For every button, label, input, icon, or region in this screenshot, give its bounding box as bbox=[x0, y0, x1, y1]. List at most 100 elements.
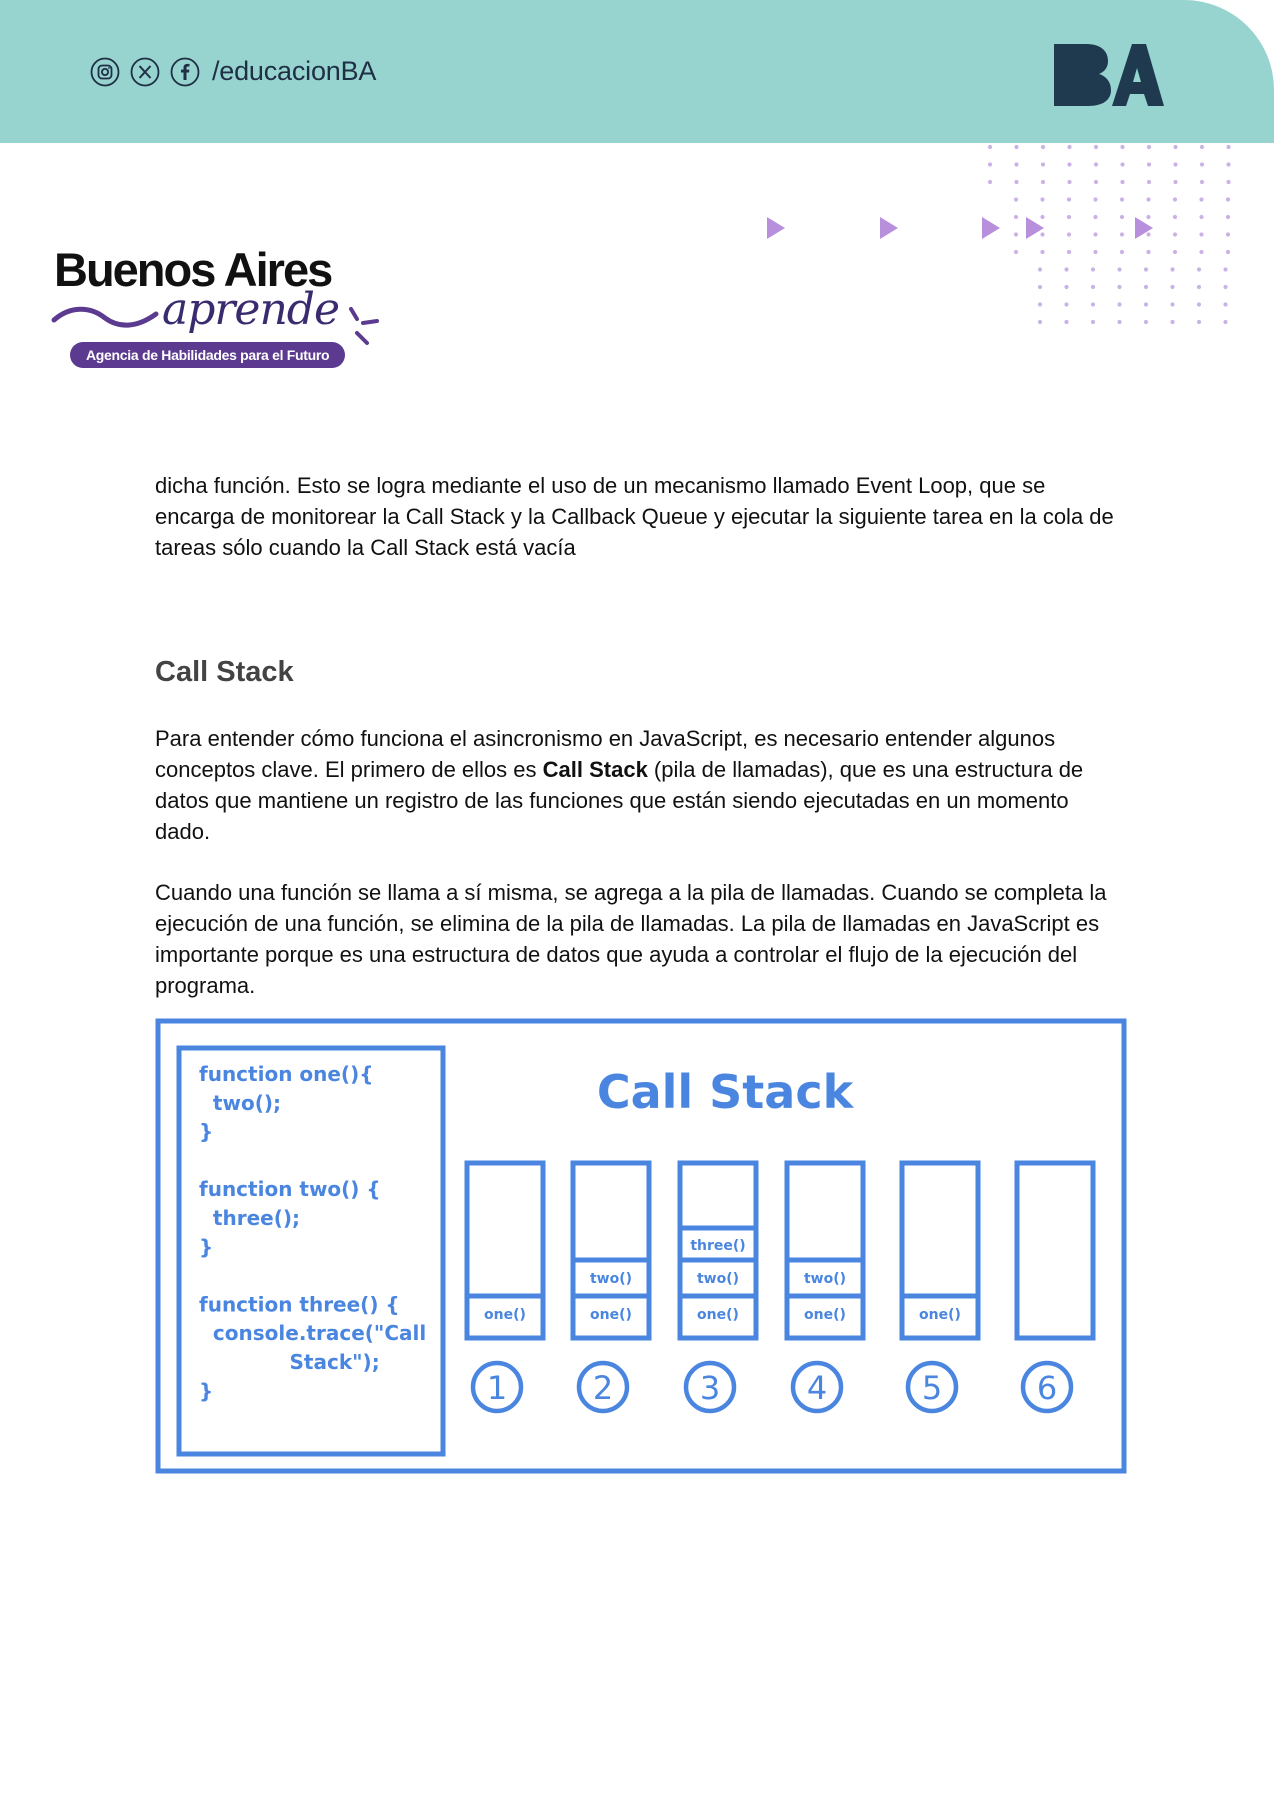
pattern-dot bbox=[1040, 232, 1045, 237]
pattern-dot bbox=[1090, 319, 1096, 325]
pattern-dot bbox=[1146, 214, 1151, 220]
pattern-dot bbox=[1117, 302, 1122, 307]
stack-frame-label: one() bbox=[697, 1307, 739, 1323]
x-icon[interactable] bbox=[130, 57, 160, 87]
stack-frame-label: three() bbox=[690, 1238, 745, 1254]
stack-frame-label: two() bbox=[697, 1271, 739, 1287]
brand-tagline: Agencia de Habilidades para el Futuro bbox=[70, 342, 346, 368]
pattern-dot bbox=[1013, 197, 1019, 202]
pattern-dot bbox=[1170, 267, 1175, 272]
pattern-dot bbox=[1093, 162, 1099, 167]
pattern-dot bbox=[1117, 267, 1122, 272]
pattern-dot bbox=[1225, 197, 1231, 202]
code-line: console.trace("Call bbox=[199, 1321, 426, 1345]
pattern-dot bbox=[1040, 249, 1045, 255]
pattern-dot bbox=[1225, 232, 1231, 237]
stack-frame-label: one() bbox=[484, 1307, 526, 1323]
paragraph-text: dicha función. Esto se logra mediante el… bbox=[155, 473, 1114, 560]
pattern-dot bbox=[1146, 144, 1152, 150]
pattern-dot bbox=[1014, 162, 1019, 167]
pattern-dot bbox=[1064, 319, 1069, 325]
pattern-dot bbox=[1013, 249, 1019, 255]
pattern-dot bbox=[1143, 302, 1149, 307]
facebook-icon[interactable] bbox=[170, 57, 200, 87]
instagram-icon[interactable] bbox=[90, 57, 120, 87]
spark-icon bbox=[349, 307, 379, 345]
paragraph-text: Para entender cómo funciona el asincroni… bbox=[155, 723, 1125, 847]
pattern-dot bbox=[1066, 214, 1072, 220]
pattern-dot bbox=[1040, 214, 1045, 220]
pattern-dot bbox=[1199, 214, 1204, 220]
pattern-dot bbox=[1040, 179, 1046, 185]
pattern-dot bbox=[1120, 179, 1125, 185]
paragraph-event-loop: dicha función. Esto se logra mediante el… bbox=[155, 470, 1125, 563]
arrow-triangle bbox=[1135, 217, 1153, 239]
pattern-dot bbox=[1119, 232, 1125, 237]
step-number: 3 bbox=[700, 1369, 720, 1407]
arrow-triangle bbox=[1026, 217, 1044, 239]
pattern-dot bbox=[1037, 319, 1043, 325]
pattern-dot bbox=[1223, 284, 1228, 290]
diagram-title: Call Stack bbox=[597, 1065, 855, 1119]
stack-column bbox=[1014, 1160, 1096, 1341]
pattern-dot bbox=[1119, 214, 1125, 220]
pattern-dot bbox=[1040, 197, 1045, 202]
pattern-dot bbox=[1146, 179, 1152, 185]
stack-frame-label: one() bbox=[919, 1307, 961, 1323]
pattern-dot bbox=[1090, 267, 1096, 272]
pattern-dot bbox=[1170, 302, 1175, 307]
pattern-dot bbox=[1223, 267, 1228, 272]
pattern-dot bbox=[1093, 197, 1098, 202]
pattern-dot bbox=[1037, 267, 1043, 272]
code-line: two(); bbox=[199, 1091, 281, 1115]
pattern-dot bbox=[1093, 232, 1098, 237]
stack-frame-label: one() bbox=[590, 1307, 632, 1323]
pattern-dot bbox=[1119, 249, 1125, 255]
stack-frame-label: two() bbox=[590, 1271, 632, 1287]
social-handle[interactable]: /educacionBA bbox=[212, 56, 376, 87]
pattern-dot bbox=[1173, 179, 1178, 185]
pattern-dot bbox=[1199, 144, 1205, 150]
step-number: 5 bbox=[922, 1369, 942, 1407]
pattern-dot bbox=[1199, 197, 1204, 202]
pattern-dot bbox=[1196, 267, 1202, 272]
stack-frame-label: one() bbox=[804, 1307, 846, 1323]
pattern-dot bbox=[1066, 249, 1072, 255]
arrow-triangle bbox=[767, 217, 785, 239]
arrow-triangle bbox=[982, 217, 1000, 239]
pattern-dot bbox=[1090, 284, 1096, 290]
pattern-dot bbox=[1040, 162, 1046, 167]
pattern-dot bbox=[1119, 197, 1125, 202]
code-line: } bbox=[199, 1379, 213, 1403]
pattern-dot bbox=[1093, 179, 1099, 185]
pattern-dot bbox=[1196, 319, 1202, 325]
step-number: 1 bbox=[487, 1369, 507, 1407]
pattern-dot bbox=[1199, 162, 1205, 167]
step-number: 6 bbox=[1037, 1369, 1057, 1407]
pattern-dot bbox=[1225, 249, 1231, 255]
pattern-dot bbox=[1170, 284, 1175, 290]
pattern-dot bbox=[1146, 197, 1151, 202]
pattern-dot bbox=[987, 179, 993, 185]
pattern-dot bbox=[1143, 284, 1149, 290]
pattern-dot bbox=[1199, 249, 1204, 255]
pattern-dot bbox=[1143, 319, 1149, 325]
section-heading: Call Stack bbox=[155, 656, 294, 688]
pattern-dot bbox=[1014, 179, 1019, 185]
pattern-dot bbox=[1199, 179, 1205, 185]
pattern-dot bbox=[1066, 197, 1072, 202]
pattern-dot bbox=[1226, 162, 1231, 167]
pattern-dot bbox=[1170, 319, 1175, 325]
pattern-dot bbox=[987, 162, 993, 167]
pattern-dot bbox=[987, 144, 993, 150]
brand-logo: Buenos Aires aprende Agencia de Habilida… bbox=[50, 242, 390, 372]
pattern-dot bbox=[1226, 144, 1231, 150]
paragraph-call-stack-detail: Cuando una función se llama a sí misma, … bbox=[155, 877, 1125, 1001]
pattern-dot bbox=[1146, 162, 1152, 167]
paragraph-bold-term: Call Stack bbox=[542, 757, 648, 782]
pattern-dot bbox=[1196, 284, 1202, 290]
pattern-dot bbox=[1223, 302, 1228, 307]
pattern-dot bbox=[1067, 144, 1072, 150]
pattern-dot bbox=[1120, 144, 1125, 150]
step-number: 2 bbox=[593, 1369, 613, 1407]
